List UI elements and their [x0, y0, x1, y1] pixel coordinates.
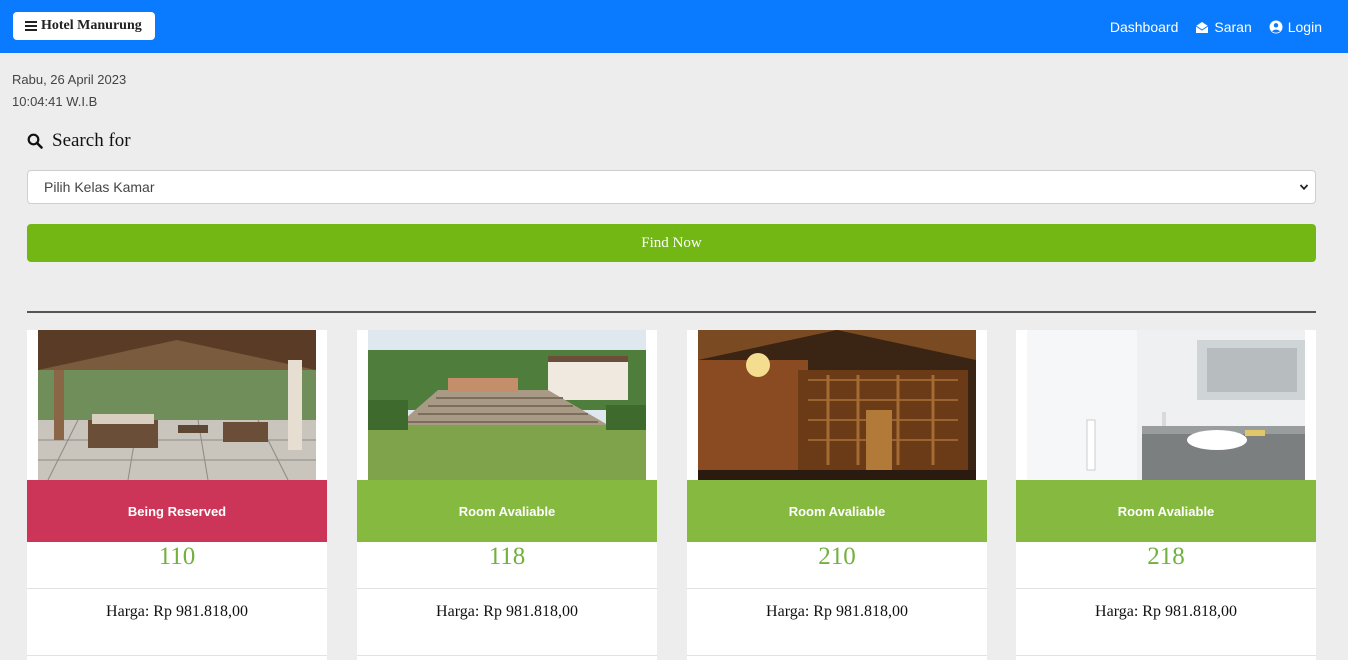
room-image: [698, 330, 976, 480]
search-icon: [27, 133, 43, 149]
nav-link-login-label: Login: [1287, 18, 1322, 35]
envelope-open-icon: [1196, 21, 1209, 33]
menu-toggle-button[interactable]: Hotel Manurung: [13, 12, 155, 40]
section-divider: [27, 311, 1316, 313]
nav-links: Dashboard Saran Login: [1110, 0, 1322, 53]
room-card[interactable]: Room Avaliable 210 Harga: Rp 981.818,00: [687, 330, 987, 660]
room-number: 210: [818, 543, 856, 570]
room-image: [1027, 330, 1305, 480]
room-card[interactable]: Being Reserved 110 Harga: Rp 981.818,00: [27, 330, 327, 660]
chevron-down-icon: [1299, 184, 1309, 191]
user-circle-icon: [1269, 20, 1283, 33]
room-price: Harga: Rp 981.818,00: [436, 603, 578, 620]
room-number: 218: [1147, 543, 1185, 570]
room-status-badge: Being Reserved: [27, 480, 327, 542]
brand-label: Hotel Manurung: [41, 18, 142, 33]
nav-link-dashboard[interactable]: Dashboard: [1110, 19, 1179, 35]
room-number: 118: [488, 543, 526, 570]
room-status-badge: Room Avaliable: [687, 480, 987, 542]
nav-link-dashboard-label: Dashboard: [1109, 18, 1179, 35]
room-price: Harga: Rp 981.818,00: [1095, 603, 1237, 620]
room-card[interactable]: Room Avaliable 118 Harga: Rp 981.818,00: [357, 330, 657, 660]
find-now-button[interactable]: Find Now: [27, 224, 1316, 262]
navbar: Hotel Manurung Dashboard Saran Login: [0, 0, 1348, 53]
room-card[interactable]: Room Avaliable 218 Harga: Rp 981.818,00: [1016, 330, 1316, 660]
room-status-badge: Room Avaliable: [1016, 480, 1316, 542]
room-number: 110: [158, 543, 196, 570]
search-heading: Search for: [27, 130, 131, 152]
current-time: 10:04:41 W.I.B: [12, 94, 98, 109]
nav-link-saran[interactable]: Saran: [1195, 18, 1252, 35]
nav-link-login[interactable]: Login: [1269, 19, 1322, 35]
search-heading-label: Search for: [52, 130, 131, 151]
room-image: [38, 330, 316, 480]
room-price: Harga: Rp 981.818,00: [766, 603, 908, 620]
room-image: [368, 330, 646, 480]
current-date: Rabu, 26 April 2023: [12, 72, 127, 87]
room-price: Harga: Rp 981.818,00: [106, 603, 248, 620]
room-class-select-value: Pilih Kelas Kamar: [44, 179, 155, 195]
room-class-select[interactable]: Pilih Kelas Kamar: [27, 170, 1316, 204]
room-status-badge: Room Avaliable: [357, 480, 657, 542]
nav-link-saran-label: Saran: [1214, 18, 1252, 35]
hamburger-icon: [25, 21, 37, 31]
